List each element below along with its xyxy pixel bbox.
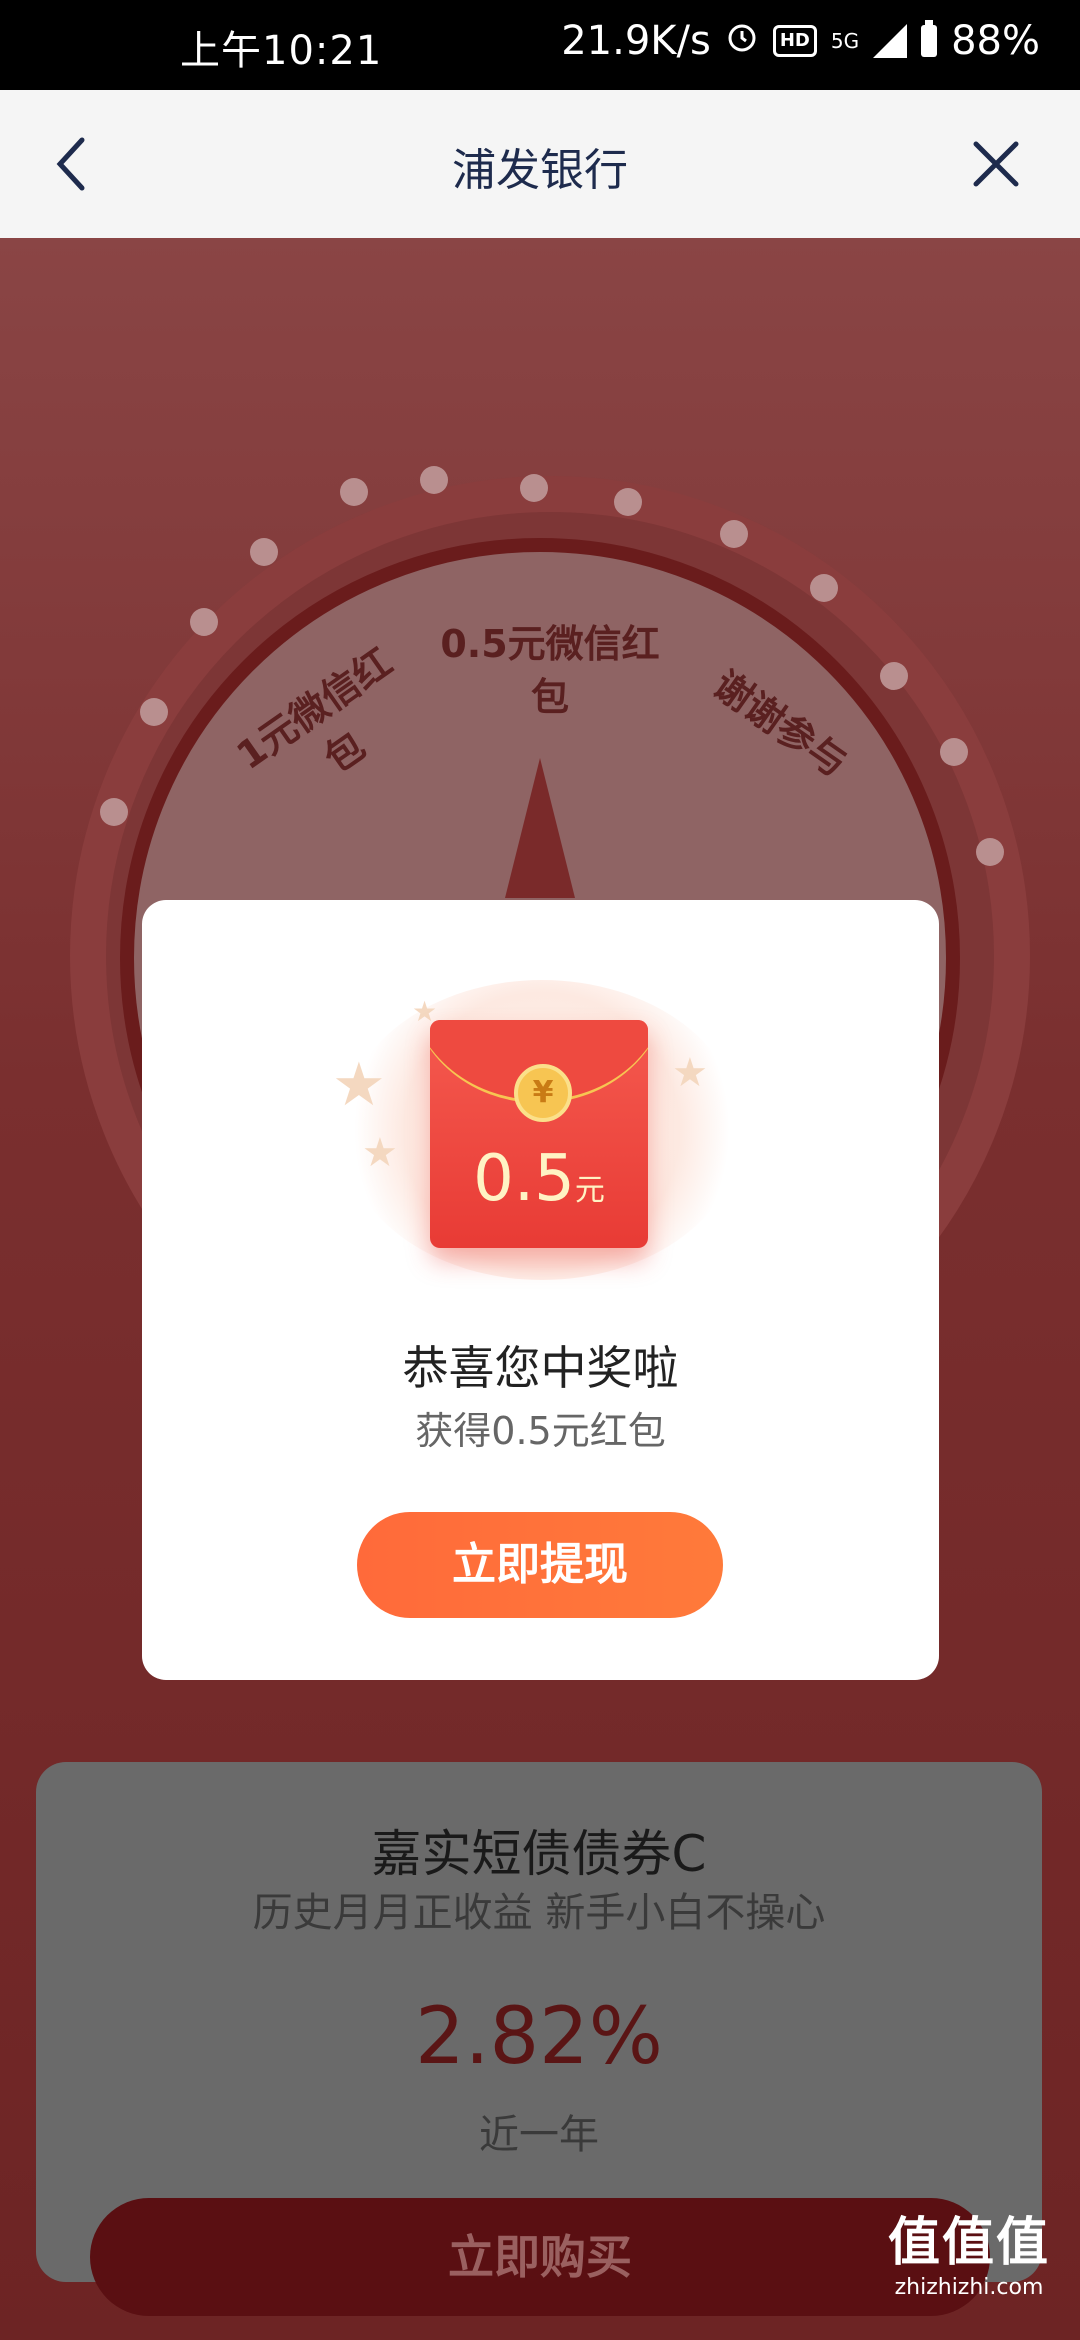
wheel-bulb (250, 538, 278, 566)
star-icon: ★ (672, 1050, 708, 1096)
page-title: 浦发银行 (452, 145, 628, 196)
wheel-bulb (976, 838, 1004, 866)
envelope-amount: 0.5元 (430, 1142, 648, 1216)
wheel-bulb (810, 574, 838, 602)
close-icon (973, 141, 1019, 187)
product-name: 嘉实短债债券C (371, 1825, 707, 1883)
red-envelope: ¥ 0.5元 (430, 1020, 648, 1248)
wheel-bulb (140, 698, 168, 726)
network-speed: 21.9K/s (561, 18, 711, 64)
product-rate: 2.82% (415, 1992, 663, 2082)
hd-icon: HD (772, 25, 817, 57)
wheel-bulb (614, 488, 642, 516)
network-type: 5G (830, 29, 860, 53)
modal-subtitle: 获得0.5元红包 (415, 1409, 666, 1453)
watermark-site: zhizhizhi.com (894, 2275, 1044, 2300)
wheel-segment-label: 0.5元微信红包 (440, 622, 660, 720)
battery-icon (921, 20, 938, 57)
wheel-pointer (505, 758, 575, 898)
watermark: 值值值 zhizhizhi.com (888, 2200, 1050, 2300)
alarm-icon (725, 18, 759, 64)
prize-modal: ★ ★ ★ ★ ¥ 0.5元 恭喜您中奖啦 获得0.5元红包 立即提现 (142, 900, 939, 1680)
wheel-bulb (520, 474, 548, 502)
wheel-bulb (340, 478, 368, 506)
modal-title: 恭喜您中奖啦 (402, 1341, 679, 1395)
wheel-bulb (720, 520, 748, 548)
product-rate-label: 近一年 (479, 2112, 599, 2158)
battery-level: 88% (951, 18, 1040, 64)
nav-bar: 浦发银行 (0, 90, 1080, 238)
signal-icon (873, 24, 908, 58)
product-slogan: 历史月月正收益 新手小白不操心 (252, 1890, 826, 1936)
close-button[interactable] (952, 120, 1040, 208)
buy-button[interactable]: 立即购买 (90, 2198, 990, 2316)
star-icon: ★ (362, 1130, 398, 1176)
wheel-bulb (420, 466, 448, 494)
status-icons: 21.9K/s HD 5G 88% (561, 18, 1040, 64)
amount-unit: 元 (574, 1173, 605, 1208)
amount-value: 0.5 (473, 1142, 575, 1216)
star-icon: ★ (332, 1050, 386, 1120)
yuan-coin-icon: ¥ (514, 1064, 572, 1122)
wheel-bulb (100, 798, 128, 826)
wheel-bulb (940, 738, 968, 766)
status-time: 上午10:21 (180, 28, 383, 74)
wheel-bulb (190, 608, 218, 636)
wheel-bulb (880, 662, 908, 690)
status-bar: 上午10:21 21.9K/s HD 5G 88% (0, 0, 1080, 90)
watermark-logo: 值值值 (887, 2213, 1050, 2273)
withdraw-button[interactable]: 立即提现 (357, 1512, 723, 1618)
